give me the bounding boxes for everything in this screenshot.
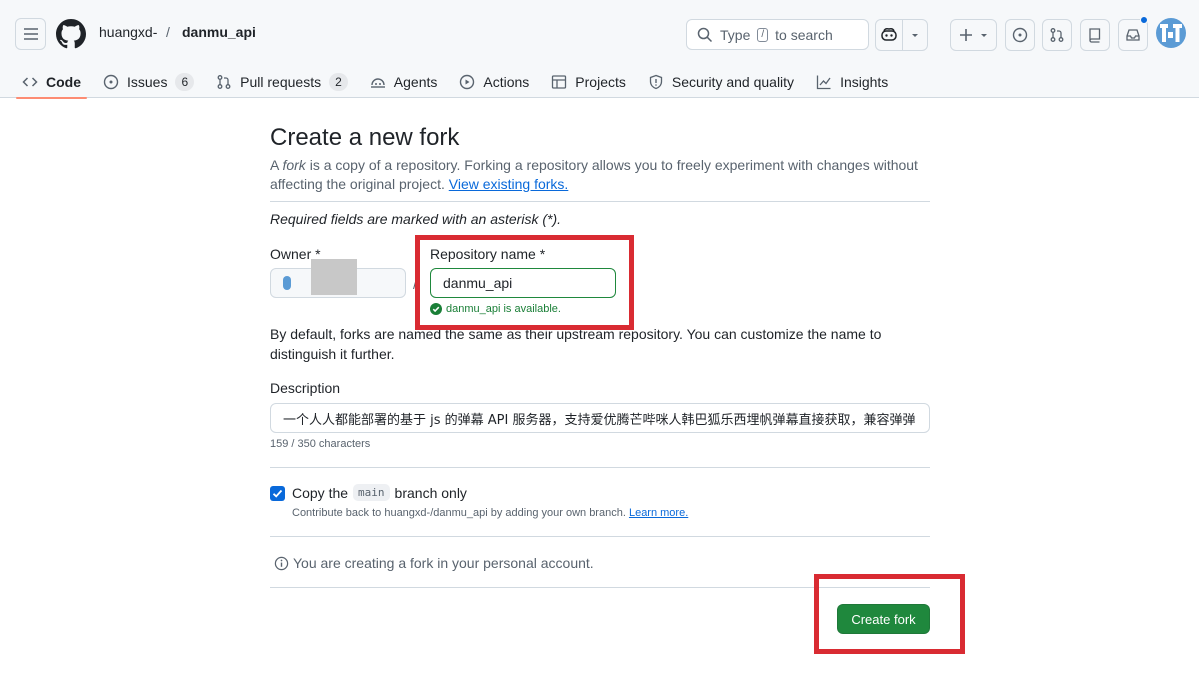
plus-icon <box>959 29 972 41</box>
copy-branch-help: Contribute back to huangxd-/danmu_api by… <box>292 507 688 519</box>
tab-label: Projects <box>575 74 626 90</box>
owner-avatar <box>283 276 291 290</box>
required-fields-note: Required fields are marked with an aster… <box>270 211 562 227</box>
table-icon <box>552 75 567 89</box>
search-input[interactable]: Type / to search <box>686 19 869 50</box>
triangle-down-icon <box>912 34 918 37</box>
tab-security[interactable]: Security and quality <box>640 60 802 98</box>
copy-label-b: branch only <box>394 484 467 501</box>
pull-request-icon <box>217 75 231 89</box>
pull-request-icon <box>1050 28 1064 42</box>
tab-label: Code <box>46 74 81 90</box>
notification-dot <box>1140 16 1148 24</box>
breadcrumb-separator: / <box>166 24 170 40</box>
breadcrumb-repo[interactable]: danmu_api <box>182 24 256 40</box>
copilot-dropdown-button[interactable] <box>902 19 928 51</box>
copy-help-text: Contribute back to huangxd-/danmu_api by… <box>292 507 626 519</box>
description-label: Description <box>270 380 341 396</box>
code-icon <box>22 77 38 87</box>
tab-label: Pull requests <box>240 74 322 90</box>
tab-actions[interactable]: Actions <box>451 60 537 98</box>
learn-more-link[interactable]: Learn more. <box>629 507 688 519</box>
copilot-icon <box>881 28 897 41</box>
tab-label: Agents <box>393 74 438 90</box>
pull-requests-count-badge: 2 <box>329 73 348 91</box>
copy-branch-label[interactable]: Copy the main branch only <box>292 484 467 501</box>
shield-icon <box>649 74 663 90</box>
copilot-button[interactable] <box>875 19 903 51</box>
tab-issues[interactable]: Issues 6 <box>95 60 202 98</box>
tab-agents[interactable]: Agents <box>362 60 446 98</box>
tab-projects[interactable]: Projects <box>543 60 634 98</box>
repo-name-help: By default, forks are named the same as … <box>270 326 882 362</box>
tab-pull-requests[interactable]: Pull requests 2 <box>208 60 356 98</box>
hamburger-icon <box>23 28 38 40</box>
tab-insights[interactable]: Insights <box>808 60 896 98</box>
info-icon <box>274 556 289 570</box>
highlight-box-create-fork <box>814 574 965 654</box>
description-input[interactable]: 一个人人都能部署的基于 js 的弹幕 API 服务器，支持爱优腾芒哔咪人韩巴狐乐… <box>270 403 930 433</box>
graph-icon <box>816 75 831 90</box>
tab-code[interactable]: Code <box>14 60 89 99</box>
menu-button[interactable] <box>15 18 46 50</box>
branch-name-code: main <box>353 484 390 501</box>
create-new-button[interactable] <box>950 19 997 51</box>
search-shortcut-key: / <box>757 27 769 42</box>
intro-fork-word: fork <box>282 157 306 173</box>
tab-label: Insights <box>840 74 889 90</box>
global-header: huangxd- / danmu_api Type / to search Co… <box>0 0 1199 99</box>
issue-icon <box>1012 27 1028 43</box>
intro-text-a: A <box>270 157 283 173</box>
avatar[interactable] <box>1156 18 1186 48</box>
divider <box>270 201 930 202</box>
redaction-block <box>311 259 357 295</box>
account-note: You are creating a fork in your personal… <box>274 555 594 571</box>
avatar-image-icon <box>1160 24 1182 42</box>
copy-label-a: Copy the <box>292 484 349 501</box>
triangle-down-icon <box>980 34 987 37</box>
account-note-text: You are creating a fork in your personal… <box>293 555 594 571</box>
divider <box>270 536 930 537</box>
inbox-icon <box>1126 29 1140 41</box>
view-existing-forks-link[interactable]: View existing forks. <box>449 176 569 192</box>
owner-select[interactable] <box>270 259 406 298</box>
tab-label: Security and quality <box>671 74 795 90</box>
copy-main-branch-checkbox[interactable] <box>270 486 285 501</box>
breadcrumb-owner[interactable]: huangxd- <box>99 24 157 40</box>
search-placeholder-prefix: Type <box>720 26 751 43</box>
github-logo-icon[interactable] <box>56 19 86 49</box>
character-count: 159 / 350 characters <box>270 438 371 450</box>
issue-icon <box>103 74 119 90</box>
highlight-box-repository-name <box>415 235 634 330</box>
issues-count-badge: 6 <box>175 73 195 91</box>
play-icon <box>460 74 475 90</box>
repo-icon <box>1089 28 1101 43</box>
tab-label: Actions <box>483 74 530 90</box>
fork-intro: A fork is a copy of a repository. Forkin… <box>270 156 930 194</box>
search-placeholder-suffix: to search <box>775 26 833 43</box>
repo-tabs: Code Issues 6 Pull requests 2 Agents Act… <box>14 60 902 99</box>
page-title: Create a new fork <box>270 124 460 151</box>
intro-text-b: is a copy of a repository. Forking a rep… <box>270 157 918 192</box>
search-icon <box>697 27 713 42</box>
issues-button[interactable] <box>1005 19 1035 51</box>
repositories-button[interactable] <box>1080 19 1110 51</box>
tab-label: Issues <box>127 74 168 90</box>
divider <box>270 467 930 468</box>
checkmark-icon <box>272 489 283 498</box>
agents-icon <box>370 78 385 88</box>
description-value: 一个人人都能部署的基于 js 的弹幕 API 服务器，支持爱优腾芒哔咪人韩巴狐乐… <box>283 412 916 428</box>
pull-requests-button[interactable] <box>1042 19 1072 51</box>
